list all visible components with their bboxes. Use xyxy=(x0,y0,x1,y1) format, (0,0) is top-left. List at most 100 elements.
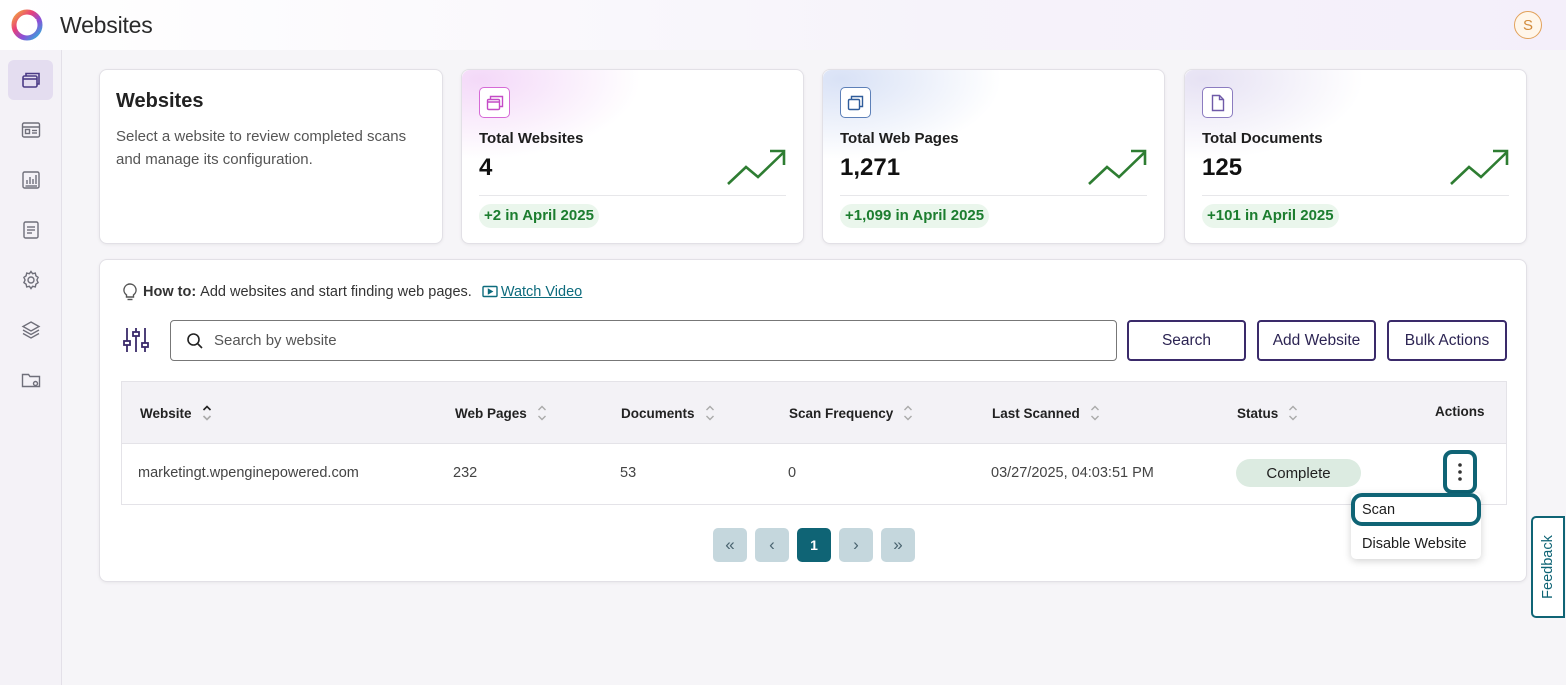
table-header: Website Web Pages Documents Scan Frequen… xyxy=(122,382,1506,444)
sort-icon xyxy=(705,405,714,421)
cell-scan-frequency: 0 xyxy=(788,465,797,481)
intro-description: Select a website to review completed sca… xyxy=(116,128,407,168)
more-vertical-icon xyxy=(1458,463,1462,481)
sidebar-item-folder-settings[interactable] xyxy=(8,360,53,400)
pagination-first-button[interactable]: « xyxy=(713,528,747,562)
trend-up-icon xyxy=(727,149,786,185)
websites-icon xyxy=(486,95,503,110)
status-badge: Complete xyxy=(1236,459,1361,487)
dashboard-icon xyxy=(21,122,40,138)
column-header-documents[interactable]: Documents xyxy=(621,404,715,422)
reports-icon xyxy=(21,171,40,189)
column-header-last-scanned[interactable]: Last Scanned xyxy=(992,404,1100,422)
sidebar-item-settings[interactable] xyxy=(8,260,53,300)
pagination-prev-button[interactable]: ‹ xyxy=(755,528,789,562)
watch-video-link[interactable]: Watch Video xyxy=(482,284,582,300)
stat-value: 1,271 xyxy=(840,154,901,181)
websites-table: Website Web Pages Documents Scan Frequen… xyxy=(121,381,1507,505)
web-pages-icon xyxy=(847,95,863,110)
sidebar-item-reports[interactable] xyxy=(8,160,53,200)
stat-value: 4 xyxy=(479,154,493,181)
sort-icon xyxy=(1090,405,1099,421)
search-input[interactable] xyxy=(214,332,1094,349)
column-header-web-pages[interactable]: Web Pages xyxy=(455,404,547,422)
trend-up-icon xyxy=(1088,149,1147,185)
bulk-actions-button[interactable]: Bulk Actions xyxy=(1387,320,1507,361)
pagination-last-button[interactable]: » xyxy=(881,528,915,562)
stat-icon-box xyxy=(479,87,510,118)
sort-icon xyxy=(1289,405,1298,421)
intro-title: Websites xyxy=(116,90,204,112)
search-button[interactable]: Search xyxy=(1127,320,1246,361)
feedback-tab[interactable]: Feedback xyxy=(1531,516,1565,618)
sidebar-item-dashboard[interactable] xyxy=(8,110,53,150)
column-header-website[interactable]: Website xyxy=(140,404,212,422)
cell-web-pages: 232 xyxy=(453,465,478,481)
stat-delta-badge: +101 in April 2025 xyxy=(1202,204,1339,228)
stat-label: Total Websites xyxy=(479,130,584,147)
stat-icon-box xyxy=(1202,87,1233,118)
add-website-button[interactable]: Add Website xyxy=(1257,320,1376,361)
stat-value: 125 xyxy=(1202,154,1243,181)
sort-icon xyxy=(904,405,913,421)
column-label: Status xyxy=(1237,405,1279,421)
column-header-actions: Actions xyxy=(1435,404,1485,419)
page-title: Websites xyxy=(60,12,153,38)
row-actions-menu: Scan Disable Website xyxy=(1351,493,1481,559)
stat-delta-badge: +1,099 in April 2025 xyxy=(840,204,990,228)
sidebar xyxy=(0,50,62,685)
sidebar-item-layers[interactable] xyxy=(8,310,53,350)
app-logo-icon[interactable] xyxy=(9,9,45,41)
trend-up-icon xyxy=(1450,149,1509,185)
column-label: Web Pages xyxy=(455,405,527,421)
pagination-page-button[interactable]: 1 xyxy=(797,528,831,562)
stat-card-total-web-pages: Total Web Pages 1,271 +1,099 in April 20… xyxy=(822,69,1165,244)
feedback-label: Feedback xyxy=(1540,535,1556,599)
websites-panel: How to: Add websites and start finding w… xyxy=(99,259,1527,582)
filter-sliders-icon[interactable] xyxy=(122,326,150,354)
stat-delta-badge: +2 in April 2025 xyxy=(479,204,599,228)
avatar[interactable]: S xyxy=(1514,11,1542,39)
gear-icon xyxy=(22,270,39,290)
column-label: Documents xyxy=(621,405,695,421)
intro-card: Websites Select a website to review comp… xyxy=(99,69,443,244)
cell-documents: 53 xyxy=(620,465,637,481)
sort-ascending-icon xyxy=(202,405,211,421)
document-icon xyxy=(1211,94,1224,111)
cell-website[interactable]: marketingt.wpenginepowered.com xyxy=(138,465,359,481)
column-header-status[interactable]: Status xyxy=(1237,404,1298,422)
menu-item-scan[interactable]: Scan xyxy=(1351,493,1481,526)
cell-last-scanned: 03/27/2025, 04:03:51 PM xyxy=(991,465,1154,481)
column-label: Actions xyxy=(1435,404,1485,419)
layers-icon xyxy=(21,321,40,339)
document-icon xyxy=(22,221,39,239)
divider xyxy=(479,195,786,196)
sidebar-item-websites[interactable] xyxy=(8,60,53,100)
search-icon xyxy=(187,332,203,349)
stat-icon-box xyxy=(840,87,871,118)
sidebar-item-documents[interactable] xyxy=(8,210,53,250)
stat-card-total-websites: Total Websites 4 +2 in April 2025 xyxy=(461,69,804,244)
sort-icon xyxy=(537,405,546,421)
lightbulb-icon xyxy=(123,283,137,301)
howto-text: Add websites and start finding web pages… xyxy=(200,284,472,300)
stat-card-total-documents: Total Documents 125 +101 in April 2025 xyxy=(1184,69,1527,244)
stat-label: Total Documents xyxy=(1202,130,1323,147)
watch-video-label[interactable]: Watch Video xyxy=(501,284,582,300)
stat-label: Total Web Pages xyxy=(840,130,959,147)
row-actions-button[interactable] xyxy=(1443,450,1477,494)
column-header-scan-frequency[interactable]: Scan Frequency xyxy=(789,404,913,422)
menu-item-disable-website[interactable]: Disable Website xyxy=(1351,527,1481,560)
howto-prefix: How to: xyxy=(143,284,197,300)
websites-icon xyxy=(21,72,40,88)
pagination-next-button[interactable]: › xyxy=(839,528,873,562)
divider xyxy=(840,195,1147,196)
folder-settings-icon xyxy=(21,373,40,388)
howto-banner: How to: Add websites and start finding w… xyxy=(121,282,582,302)
column-label: Last Scanned xyxy=(992,405,1080,421)
video-icon xyxy=(482,285,498,298)
column-label: Website xyxy=(140,405,192,421)
search-field[interactable] xyxy=(170,320,1117,361)
column-label: Scan Frequency xyxy=(789,405,894,421)
top-bar: Websites S xyxy=(0,0,1566,50)
